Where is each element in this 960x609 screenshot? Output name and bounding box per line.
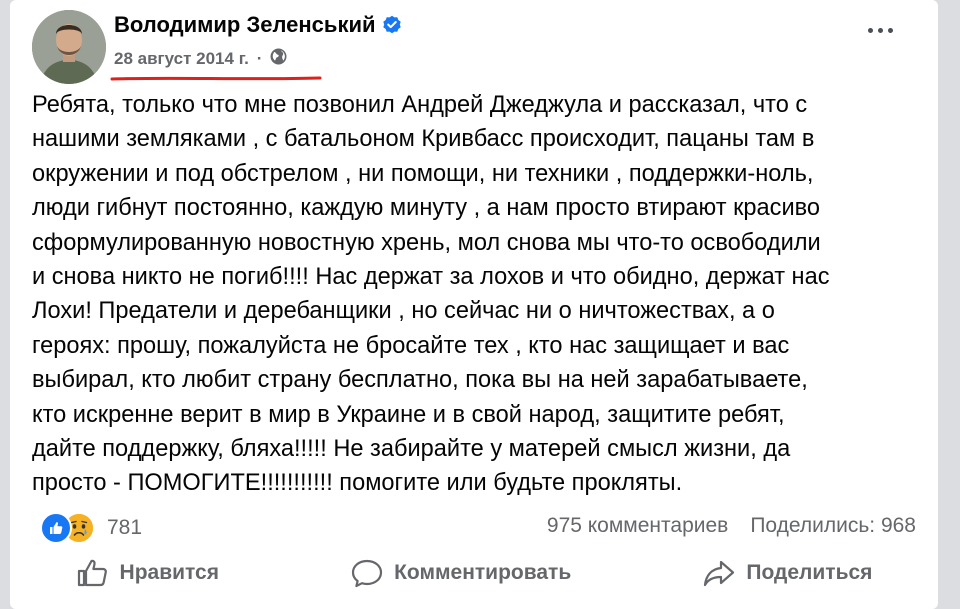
meta-separator: · bbox=[256, 49, 263, 68]
comment-button[interactable]: Комментировать bbox=[350, 558, 571, 588]
like-icon bbox=[40, 512, 72, 544]
post-text-line: кто искренне верит в мир в Украине и в с… bbox=[32, 401, 785, 428]
like-button[interactable]: Нравится bbox=[76, 558, 219, 588]
post-text-line: сформулированную новостную хрень, мол сн… bbox=[32, 229, 821, 256]
post-text-line: окружении и под обстрелом , ни помощи, н… bbox=[32, 160, 814, 187]
post-text-line: Ребята, только что мне позвонил Андрей Д… bbox=[32, 92, 808, 118]
shares-count[interactable]: Поделились: 968 bbox=[750, 514, 916, 538]
post-text-line: и снова никто не погиб!!!! Нас держат за… bbox=[32, 264, 830, 291]
verified-badge-icon bbox=[382, 15, 402, 35]
globe-icon bbox=[270, 48, 287, 70]
reactions-summary[interactable]: 781 bbox=[40, 512, 142, 544]
action-bar: Нравится Комментировать Поделиться bbox=[10, 558, 938, 588]
reactions-count: 781 bbox=[107, 516, 143, 539]
post-date[interactable]: 28 август 2014 г. bbox=[114, 49, 249, 69]
thumbs-up-icon bbox=[76, 558, 110, 588]
author-name-row: Володимир Зеленський bbox=[114, 12, 402, 38]
author-avatar[interactable] bbox=[32, 10, 106, 84]
post-text-line: выбирал, кто любит страну бесплатно, пок… bbox=[32, 367, 808, 394]
more-options-icon[interactable] bbox=[868, 28, 893, 33]
share-label: Поделиться bbox=[746, 561, 873, 584]
post-card: Володимир Зеленський 28 август 2014 г. ·… bbox=[10, 0, 938, 609]
comment-bubble-icon bbox=[350, 558, 384, 588]
post-text-line: люди гибнут постоянно, каждую минуту , а… bbox=[32, 195, 821, 222]
comment-label: Комментировать bbox=[394, 561, 572, 584]
like-label: Нравится bbox=[119, 561, 219, 584]
red-underline-annotation bbox=[110, 76, 322, 81]
post-text-line: Лохи! Предатели и деребанщики , но сейча… bbox=[32, 298, 775, 325]
engagement-stats: 975 комментариев Поделились: 968 bbox=[547, 514, 916, 538]
share-arrow-icon bbox=[702, 558, 736, 588]
comments-count[interactable]: 975 комментариев bbox=[547, 514, 728, 538]
post-text-line: нашими земляками , с батальоном Кривбасс… bbox=[32, 126, 815, 153]
post-text-line: героях: прошу, пожалуйста не бросайте те… bbox=[32, 332, 790, 359]
post-text-line: просто - ПОМОГИТЕ!!!!!!!!!!! помогите ил… bbox=[32, 470, 683, 497]
post-meta: 28 август 2014 г. · bbox=[114, 48, 287, 70]
post-text: Ребята, только что мне позвонил Андрей Д… bbox=[32, 88, 912, 501]
author-name[interactable]: Володимир Зеленський bbox=[114, 12, 376, 38]
share-button[interactable]: Поделиться bbox=[702, 558, 872, 588]
post-text-line: дайте поддержку, бляха!!!!! Не забирайте… bbox=[32, 436, 791, 463]
